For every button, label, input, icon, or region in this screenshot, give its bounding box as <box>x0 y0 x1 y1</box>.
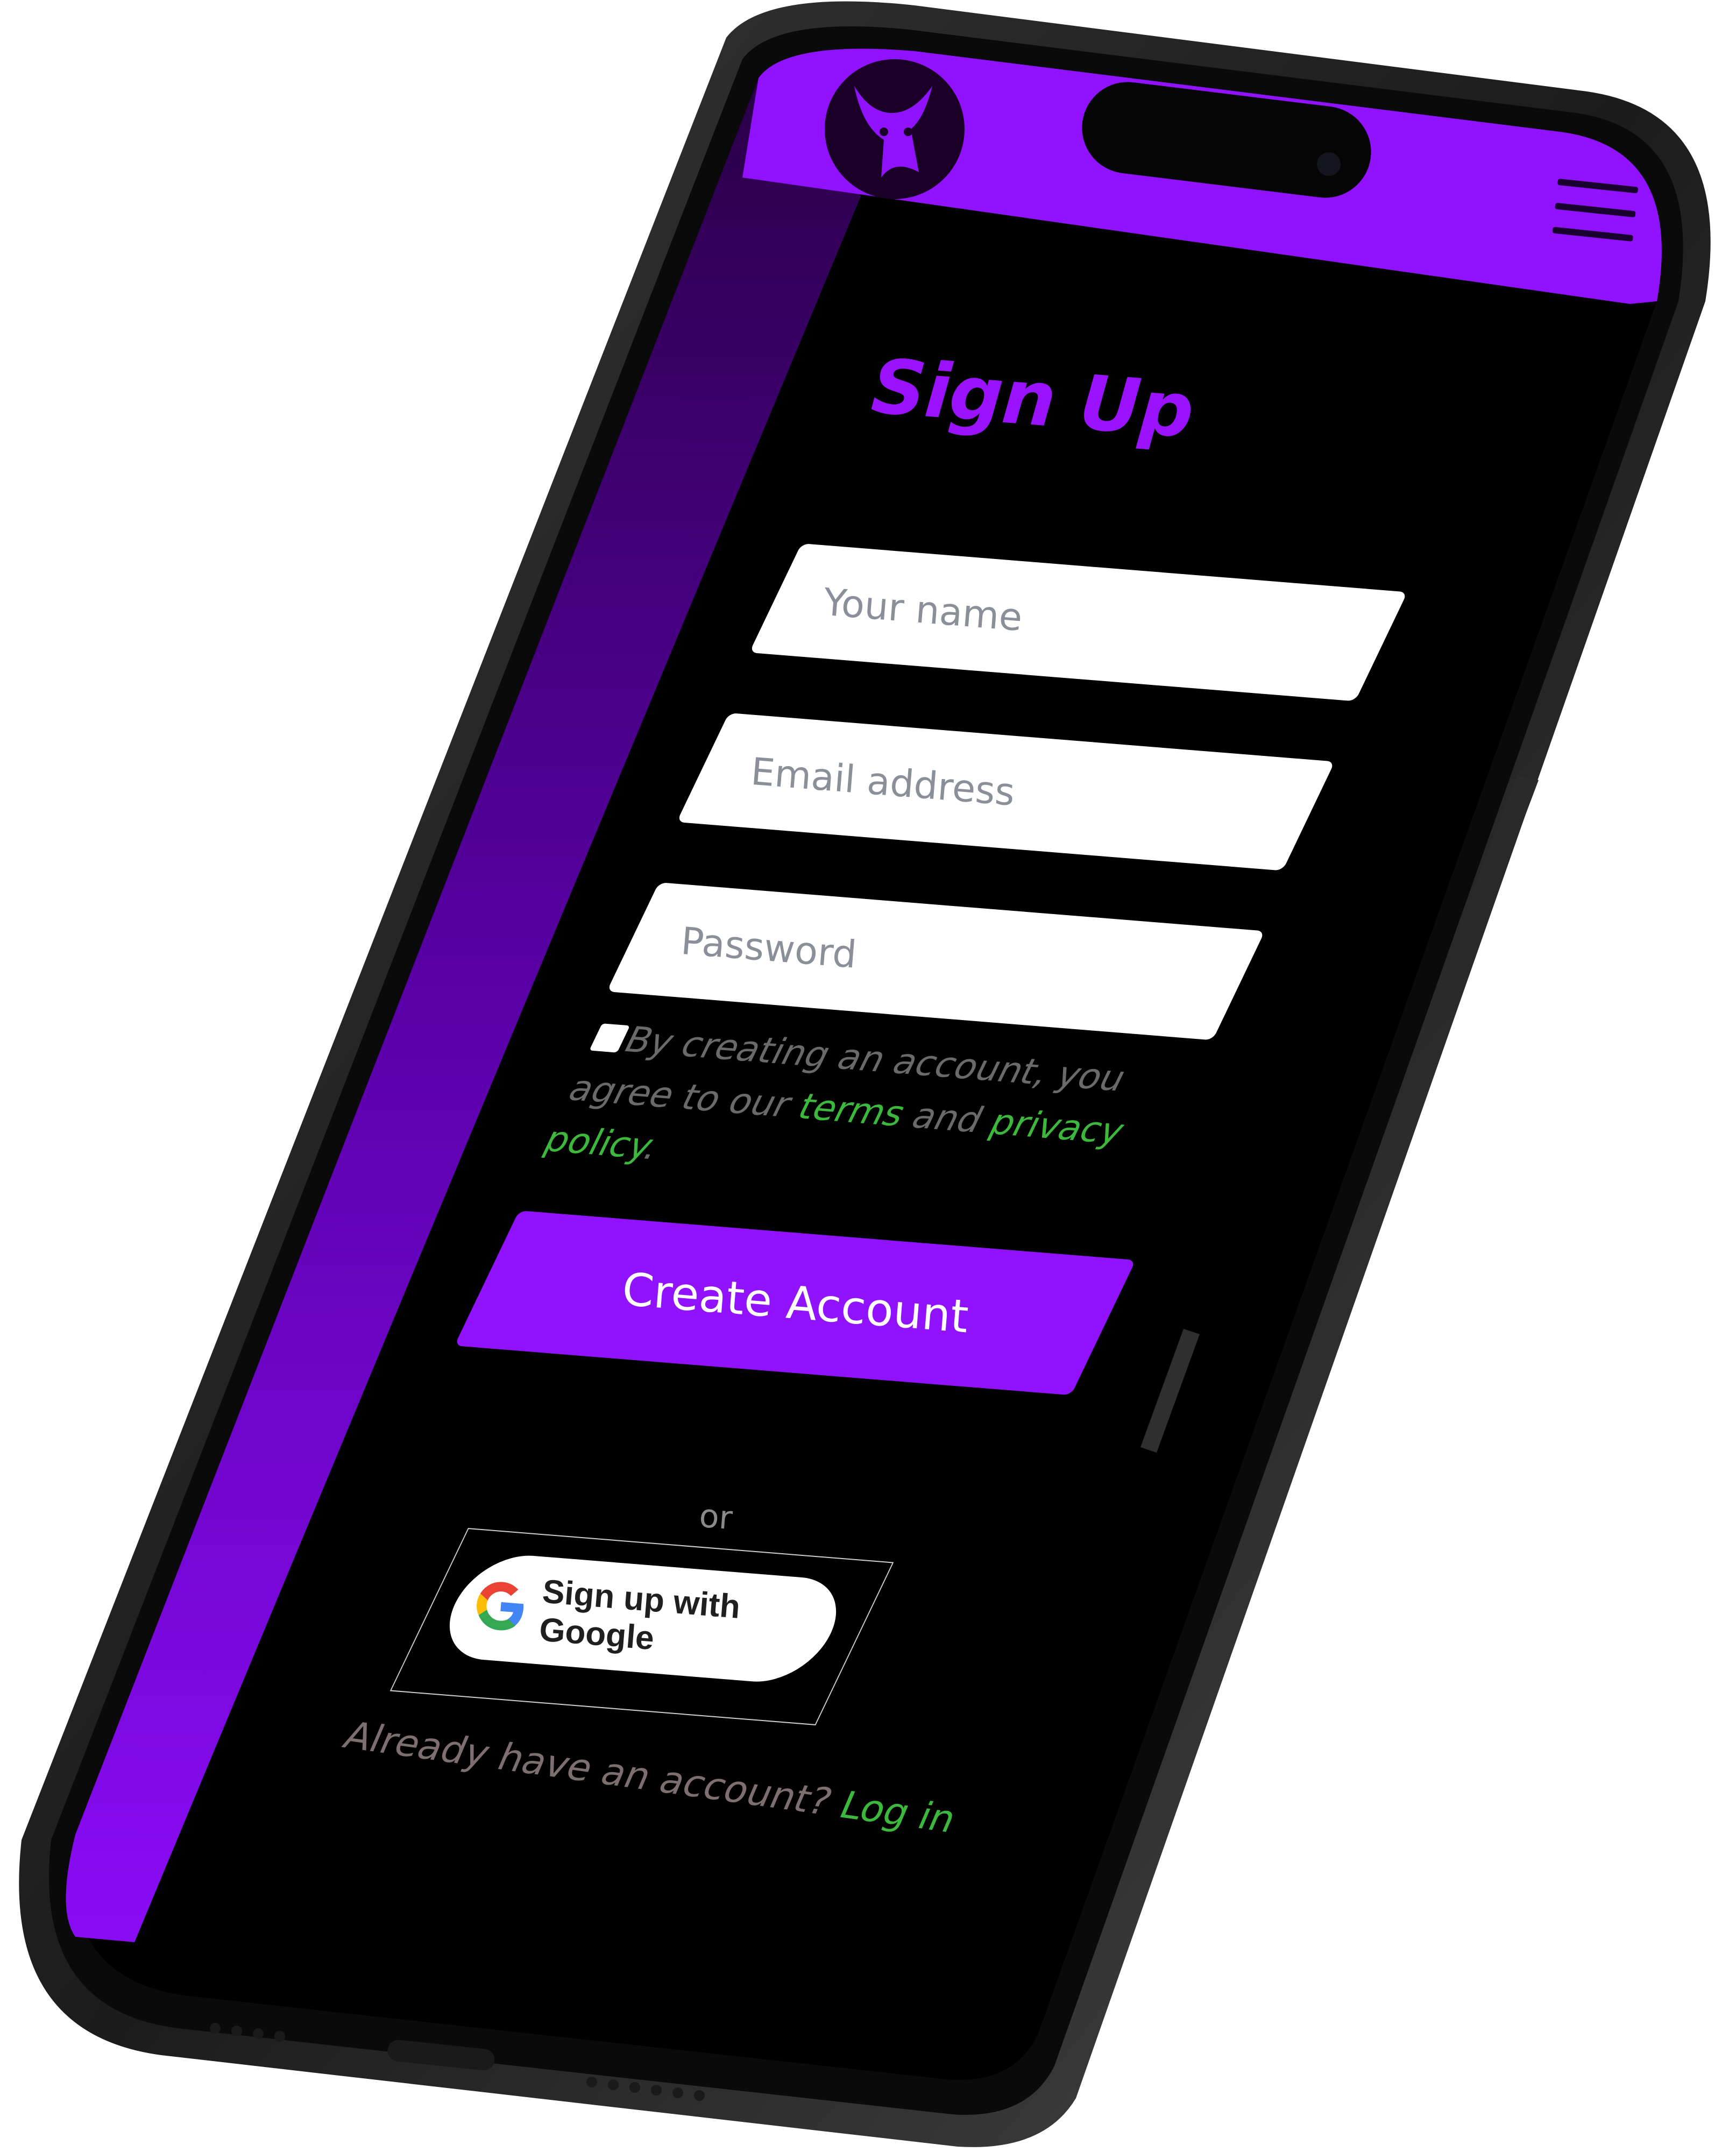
google-signup-button[interactable]: Sign up with Google <box>430 1551 856 1686</box>
and-text: and <box>905 1095 991 1141</box>
or-divider: or <box>698 1497 734 1538</box>
create-account-label: Create Account <box>620 1262 970 1343</box>
camera-lens <box>1317 152 1341 176</box>
google-signup-label: Sign up with Google <box>538 1573 742 1658</box>
google-signup-container: Sign up with Google <box>389 1528 894 1725</box>
google-g-icon <box>474 1580 527 1634</box>
terms-link[interactable]: terms <box>791 1086 913 1135</box>
hamburger-menu-icon[interactable] <box>1552 178 1644 246</box>
bull-logo-icon[interactable] <box>817 54 973 204</box>
